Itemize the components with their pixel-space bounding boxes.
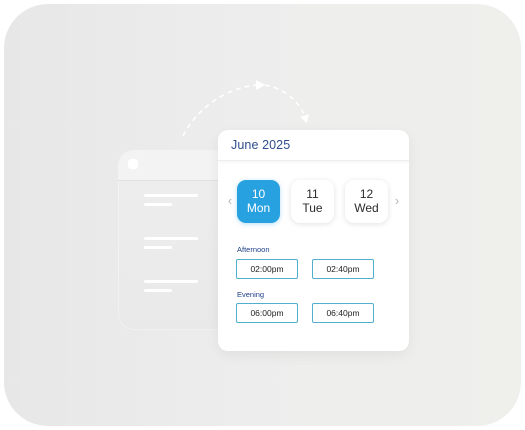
section-label-evening: Evening [237, 290, 265, 299]
day-number: 12 [359, 187, 374, 201]
time-slot-button[interactable]: 06:40pm [312, 303, 374, 323]
chevron-right-icon[interactable]: › [392, 194, 402, 208]
document-line [144, 289, 172, 292]
time-slot-button[interactable]: 06:00pm [236, 303, 298, 323]
document-line [144, 203, 172, 206]
calendar-month-title: June 2025 [231, 138, 291, 152]
day-weekday: Mon [246, 201, 271, 215]
day-mon-10[interactable]: 10 Mon [237, 180, 280, 223]
time-slot-button[interactable]: 02:40pm [312, 259, 374, 279]
day-number: 11 [306, 187, 319, 201]
document-line [144, 194, 198, 197]
day-weekday: Tue [302, 201, 323, 215]
document-line [144, 280, 198, 283]
chevron-left-icon[interactable]: ‹ [225, 194, 235, 208]
document-card [118, 150, 228, 330]
day-tue-11[interactable]: 11 Tue [291, 180, 334, 223]
illustration-canvas: June 2025 ‹ › 10 Mon 11 Tue 12 Wed After… [0, 0, 525, 430]
time-slot-button[interactable]: 02:00pm [236, 259, 298, 279]
day-weekday: Wed [354, 201, 379, 215]
day-number: 10 [251, 187, 266, 201]
document-line [144, 246, 172, 249]
section-label-afternoon: Afternoon [237, 245, 270, 254]
document-line [144, 237, 198, 240]
day-wed-12[interactable]: 12 Wed [345, 180, 388, 223]
document-header [118, 150, 228, 181]
document-header-dot [128, 159, 138, 169]
calendar-header: June 2025 [218, 130, 409, 161]
